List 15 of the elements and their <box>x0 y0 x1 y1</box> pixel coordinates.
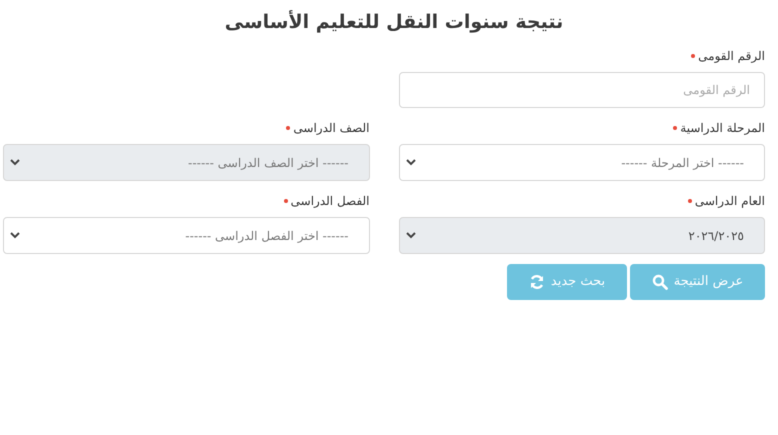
chevron-down-icon <box>406 232 416 239</box>
dropdown[interactable]: ------ اختر المرحلة ------ <box>398 144 765 181</box>
page-title: نتيجة سنوات النقل للتعليم الأساسى <box>224 9 564 35</box>
dropdown[interactable]: ------ اختر الفصل الدراسى ------ <box>3 217 370 254</box>
input-field[interactable]: الرقم القومى <box>398 72 765 108</box>
field-label: الرقم القومى <box>698 48 765 65</box>
field-label: الفصل الدراسى <box>290 193 370 210</box>
refresh-icon <box>528 274 545 290</box>
field-label: المرحلة الدراسية <box>680 120 765 137</box>
field-label: الصف الدراسى <box>293 120 370 137</box>
chevron-down-icon <box>406 159 416 166</box>
field-label: العام الدراسى <box>694 193 765 210</box>
chevron-down-icon <box>10 159 20 166</box>
search-icon <box>652 274 668 290</box>
chevron-down-icon <box>10 232 20 239</box>
